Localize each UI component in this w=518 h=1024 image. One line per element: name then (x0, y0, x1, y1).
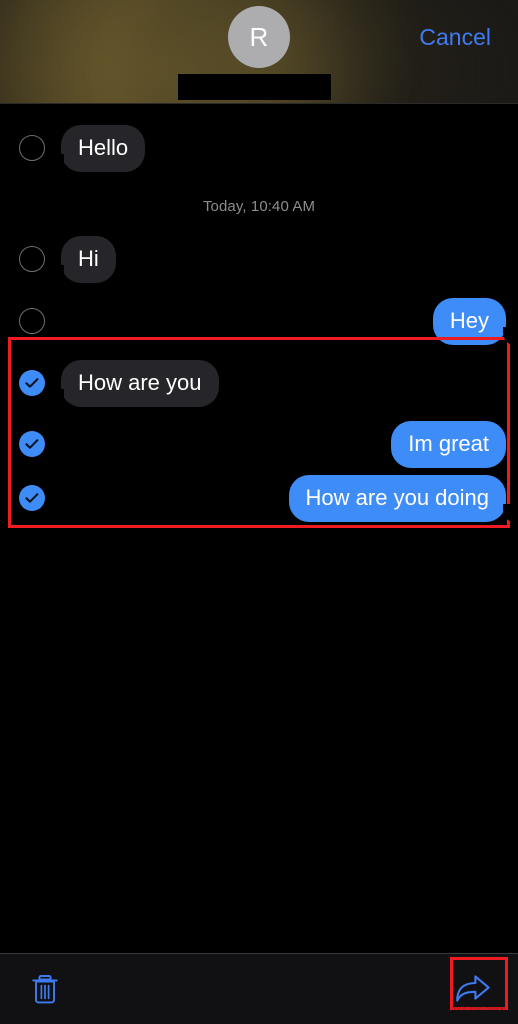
delete-button[interactable] (22, 966, 68, 1012)
conversation-header: R Cancel (0, 0, 518, 104)
checkmark-glyph (25, 439, 39, 449)
avatar-initial: R (249, 21, 269, 52)
watermark-text: how-to-forward-messages (452, 1006, 506, 1012)
message-list[interactable]: Hello Today, 10:40 AM Hi Hey How are you… (0, 104, 518, 953)
circle-empty-icon[interactable] (19, 308, 45, 334)
trash-icon (32, 975, 58, 1004)
message-bubble[interactable]: Hey (432, 297, 515, 345)
circle-empty-icon[interactable] (19, 246, 45, 272)
message-row-selected[interactable]: How are you (0, 357, 518, 409)
avatar[interactable]: R (228, 6, 290, 68)
checkmark-glyph (25, 493, 39, 503)
forward-arrow-icon (456, 975, 490, 1002)
circle-check-icon[interactable] (19, 431, 45, 457)
message-row-selected[interactable]: Im great (0, 418, 518, 470)
contact-name-redaction (178, 74, 331, 100)
circle-empty-icon[interactable] (19, 135, 45, 161)
message-bubble[interactable]: Hello (52, 124, 146, 172)
messages-app: R Cancel Hello Today, 10:40 AM Hi Hey Ho… (0, 0, 518, 1024)
message-bubble[interactable]: Im great (391, 420, 506, 468)
circle-check-icon[interactable] (19, 485, 45, 511)
action-toolbar (0, 953, 518, 1024)
circle-check-icon[interactable] (19, 370, 45, 396)
message-row-selected[interactable]: How are you doing (0, 472, 518, 524)
message-bubble[interactable]: How are you (53, 359, 219, 407)
message-row[interactable]: Hi (0, 233, 518, 285)
timestamp-divider: Today, 10:40 AM (202, 198, 316, 215)
checkmark-glyph (25, 378, 39, 388)
message-row[interactable]: Hello (0, 122, 518, 174)
cancel-button[interactable]: Cancel (419, 23, 491, 51)
message-bubble[interactable]: How are you doing (288, 474, 515, 522)
message-row[interactable]: Hey (0, 295, 518, 347)
message-bubble[interactable]: Hi (53, 235, 116, 283)
